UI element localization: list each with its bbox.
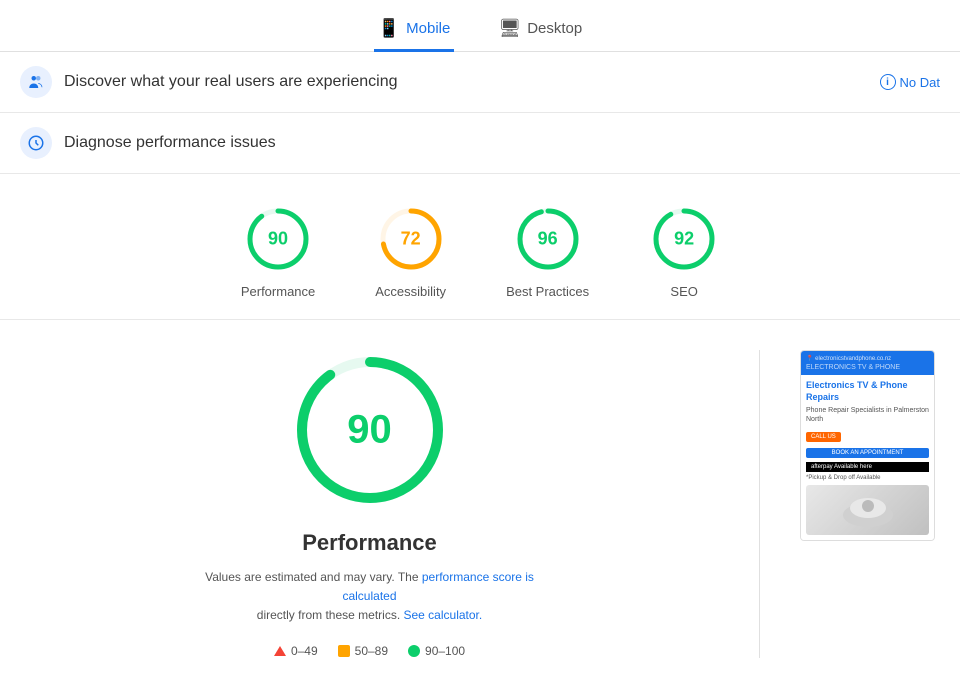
diagnose-icon xyxy=(20,127,52,159)
desc-link2[interactable]: See calculator. xyxy=(404,608,483,622)
detail-right: 📍 electronicstvandphone.co.nz ELECTRONIC… xyxy=(800,350,940,541)
legend: 0–49 50–89 90–100 xyxy=(274,644,465,658)
detail-title: Performance xyxy=(302,530,437,556)
phone-site-name: 📍 electronicstvandphone.co.nz xyxy=(806,355,929,362)
phone-btn2: BOOK AN APPOINTMENT xyxy=(806,448,929,458)
afterpay-label: afterpay Available here xyxy=(811,464,872,470)
score-item-seo[interactable]: 92 SEO xyxy=(649,204,719,299)
phone-top-text: ELECTRONICS TV & PHONE xyxy=(806,364,929,371)
tabs-bar: 📱 Mobile 🖥 Desktop xyxy=(0,0,960,52)
score-item-accessibility[interactable]: 72 Accessibility xyxy=(375,204,446,299)
phone-pickup: *Pickup & Drop off Available xyxy=(806,475,929,481)
legend-high: 90–100 xyxy=(408,644,465,658)
legend-high-label: 90–100 xyxy=(425,644,465,658)
legend-low: 0–49 xyxy=(274,644,318,658)
phone-screenshot: 📍 electronicstvandphone.co.nz ELECTRONIC… xyxy=(800,350,935,541)
info-icon: i xyxy=(880,74,896,90)
score-circle-performance: 90 xyxy=(243,204,313,274)
scores-container: 90 Performance 72 Accessibility 96 Best … xyxy=(0,174,960,320)
score-number-seo: 92 xyxy=(674,229,694,250)
score-circle-accessibility: 72 xyxy=(376,204,446,274)
score-circle-best_practices: 96 xyxy=(513,204,583,274)
score-label-performance: Performance xyxy=(241,284,315,299)
desc-part1: Values are estimated and may vary. The xyxy=(205,570,418,584)
diagnose-title: Diagnose performance issues xyxy=(64,134,940,152)
legend-mid: 50–89 xyxy=(338,644,388,658)
tab-desktop-label: Desktop xyxy=(527,20,582,37)
square-icon xyxy=(338,645,350,657)
triangle-icon xyxy=(274,646,286,656)
circle-icon xyxy=(408,645,420,657)
phone-top-bar: 📍 electronicstvandphone.co.nz ELECTRONIC… xyxy=(801,351,934,375)
phone-headline: Electronics TV & Phone Repairs xyxy=(806,380,929,403)
big-score-number: 90 xyxy=(347,408,392,453)
real-users-title: Discover what your real users are experi… xyxy=(64,73,868,91)
legend-low-label: 0–49 xyxy=(291,644,318,658)
desktop-icon: 🖥 xyxy=(498,18,521,39)
phone-btn1: CALL US xyxy=(806,432,841,442)
phone-sub: Phone Repair Specialists in Palmerston N… xyxy=(806,406,929,424)
score-label-best_practices: Best Practices xyxy=(506,284,589,299)
score-item-best_practices[interactable]: 96 Best Practices xyxy=(506,204,589,299)
score-circle-seo: 92 xyxy=(649,204,719,274)
big-score-circle: 90 xyxy=(290,350,450,510)
real-users-row: Discover what your real users are experi… xyxy=(0,52,960,113)
score-label-seo: SEO xyxy=(670,284,697,299)
detail-left: 90 Performance Values are estimated and … xyxy=(20,350,719,658)
diagnose-row: Diagnose performance issues xyxy=(0,113,960,174)
legend-mid-label: 50–89 xyxy=(355,644,388,658)
score-label-accessibility: Accessibility xyxy=(375,284,446,299)
score-item-performance[interactable]: 90 Performance xyxy=(241,204,315,299)
score-number-best_practices: 96 xyxy=(538,229,558,250)
no-data-badge[interactable]: i No Dat xyxy=(880,74,940,90)
phone-image xyxy=(806,485,929,535)
phone-content: Electronics TV & Phone Repairs Phone Rep… xyxy=(801,375,934,540)
tab-mobile-label: Mobile xyxy=(406,20,450,37)
detail-description: Values are estimated and may vary. The p… xyxy=(180,568,560,626)
tab-desktop[interactable]: 🖥 Desktop xyxy=(494,10,586,52)
desc-part2: directly from these metrics. xyxy=(257,608,400,622)
no-data-label: No Dat xyxy=(900,75,940,90)
detail-section: 90 Performance Values are estimated and … xyxy=(0,320,960,688)
mobile-icon: 📱 xyxy=(378,18,400,39)
score-number-accessibility: 72 xyxy=(401,229,421,250)
divider xyxy=(759,350,760,658)
score-number-performance: 90 xyxy=(268,229,288,250)
phone-afterpay: afterpay Available here xyxy=(806,462,929,472)
real-users-icon xyxy=(20,66,52,98)
tab-mobile[interactable]: 📱 Mobile xyxy=(374,10,455,52)
